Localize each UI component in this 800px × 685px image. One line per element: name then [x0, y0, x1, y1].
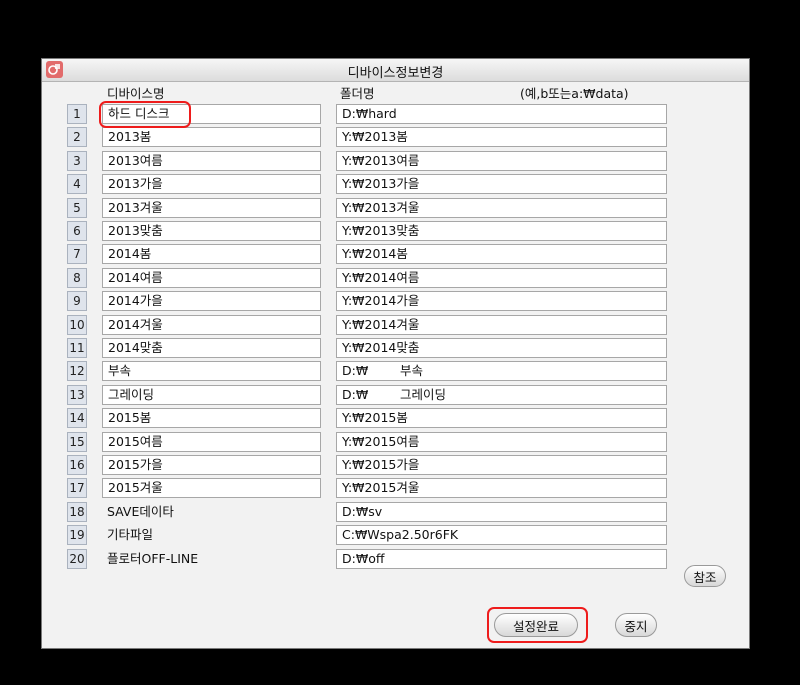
path-format-hint: (예,b또는a:₩data)	[520, 86, 629, 101]
device-name-field[interactable]: 2014가을	[102, 291, 321, 311]
folder-path-field[interactable]: D:₩sv	[336, 502, 667, 522]
folder-path-field[interactable]: Y:₩2013봄	[336, 127, 667, 147]
folder-path-field[interactable]: D:₩hard	[336, 104, 667, 124]
window-title: 디바이스정보변경	[347, 66, 444, 81]
device-name-field[interactable]: 2014맞춤	[102, 338, 321, 358]
folder-path-field[interactable]: Y:₩2014봄	[336, 244, 667, 264]
folder-path-field[interactable]: D:₩off	[336, 549, 667, 569]
row-number: 8	[67, 268, 87, 288]
row-number: 4	[67, 174, 87, 194]
row-number: 17	[67, 478, 87, 498]
folder-path-field[interactable]: Y:₩2014겨울	[336, 315, 667, 335]
device-name-field[interactable]: 2013겨울	[102, 198, 321, 218]
row-number: 20	[67, 549, 87, 569]
device-name-field[interactable]: 2015봄	[102, 408, 321, 428]
device-info-dialog: 디바이스정보변경 디바이스명 폴더명 (예,b또는a:₩data) 1 하드 디…	[41, 58, 750, 649]
device-name-field[interactable]: 2015겨울	[102, 478, 321, 498]
title-bar[interactable]: 디바이스정보변경	[42, 59, 749, 82]
folder-path-field[interactable]: Y:₩2015가을	[336, 455, 667, 475]
stop-button[interactable]: 중지	[615, 613, 657, 637]
row-number: 9	[67, 291, 87, 311]
device-name-field[interactable]: 2013가을	[102, 174, 321, 194]
row-number: 10	[67, 315, 87, 335]
row-number: 1	[67, 104, 87, 124]
browse-button[interactable]: 참조	[684, 565, 726, 587]
device-name-field[interactable]: 2013여름	[102, 151, 321, 171]
folder-path-field[interactable]: C:₩Wspa2.50r6FK	[336, 525, 667, 545]
device-name-label: SAVE데이타	[107, 504, 174, 519]
folder-path-field[interactable]: Y:₩2013겨울	[336, 198, 667, 218]
device-name-field[interactable]: 2013봄	[102, 127, 321, 147]
row-number: 7	[67, 244, 87, 264]
folder-path-field[interactable]: Y:₩2015여름	[336, 432, 667, 452]
row-number: 2	[67, 127, 87, 147]
folder-path-field[interactable]: D:₩ 부속	[336, 361, 667, 381]
row-number: 18	[67, 502, 87, 522]
row-number: 11	[67, 338, 87, 358]
folder-path-field[interactable]: Y:₩2014여름	[336, 268, 667, 288]
highlight-box	[99, 101, 191, 128]
highlight-box	[487, 607, 588, 643]
device-name-field[interactable]: 2015여름	[102, 432, 321, 452]
row-number: 14	[67, 408, 87, 428]
device-name-label: 플로터OFF-LINE	[107, 551, 199, 566]
folder-path-field[interactable]: D:₩ 그레이딩	[336, 385, 667, 405]
folder-path-field[interactable]: Y:₩2015봄	[336, 408, 667, 428]
device-name-field[interactable]: 2013맞춤	[102, 221, 321, 241]
device-name-field[interactable]: 그레이딩	[102, 385, 321, 405]
row-number: 5	[67, 198, 87, 218]
folder-path-field[interactable]: Y:₩2013여름	[336, 151, 667, 171]
row-number: 3	[67, 151, 87, 171]
device-name-field[interactable]: 2015가을	[102, 455, 321, 475]
folder-name-header: 폴더명	[340, 86, 375, 101]
row-number: 13	[67, 385, 87, 405]
device-name-field[interactable]: 2014겨울	[102, 315, 321, 335]
folder-path-field[interactable]: Y:₩2013가을	[336, 174, 667, 194]
folder-path-field[interactable]: Y:₩2015겨울	[336, 478, 667, 498]
row-number: 6	[67, 221, 87, 241]
folder-path-field[interactable]: Y:₩2014가을	[336, 291, 667, 311]
device-name-header: 디바이스명	[107, 86, 165, 101]
device-name-label: 기타파일	[107, 527, 154, 542]
folder-path-field[interactable]: Y:₩2014맞춤	[336, 338, 667, 358]
device-name-field[interactable]: 부속	[102, 361, 321, 381]
row-number: 15	[67, 432, 87, 452]
device-name-field[interactable]: 2014봄	[102, 244, 321, 264]
folder-path-field[interactable]: Y:₩2013맞춤	[336, 221, 667, 241]
row-number: 19	[67, 525, 87, 545]
row-number: 16	[67, 455, 87, 475]
device-name-field[interactable]: 2014여름	[102, 268, 321, 288]
row-number: 12	[67, 361, 87, 381]
